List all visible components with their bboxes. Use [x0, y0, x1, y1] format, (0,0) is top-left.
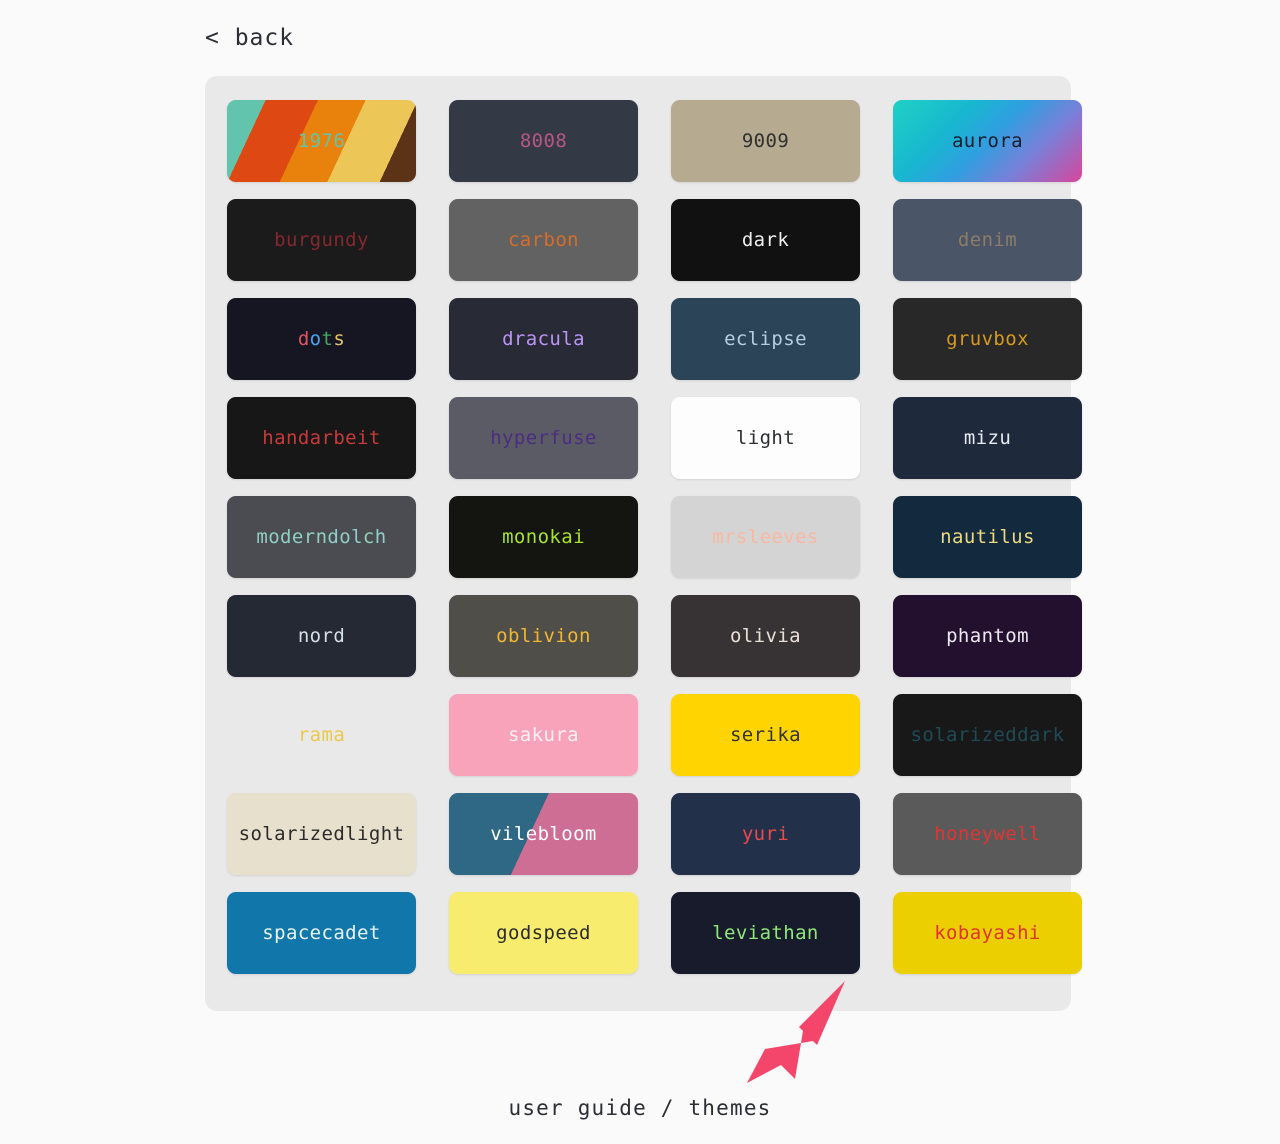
- theme-name-label: rama: [297, 724, 346, 746]
- theme-name-label: serika: [729, 724, 802, 746]
- theme-name-label: sakura: [507, 724, 580, 746]
- theme-card-9009[interactable]: 9009: [671, 100, 860, 182]
- theme-card-leviathan[interactable]: leviathan: [671, 892, 860, 974]
- theme-card-serika[interactable]: serika: [671, 694, 860, 776]
- theme-name-label: phantom: [946, 625, 1029, 647]
- theme-card-mizu[interactable]: mizu: [893, 397, 1082, 479]
- theme-card-godspeed[interactable]: godspeed: [449, 892, 638, 974]
- theme-card-spacecadet[interactable]: spacecadet: [227, 892, 416, 974]
- theme-name-label: olivia: [729, 625, 802, 647]
- theme-card-yuri[interactable]: yuri: [671, 793, 860, 875]
- theme-name-label: godspeed: [496, 922, 591, 944]
- theme-name-label: solarizedlight: [238, 823, 405, 845]
- theme-card-mrsleeves[interactable]: mrsleeves: [671, 496, 860, 578]
- theme-name-label: leviathan: [712, 922, 819, 944]
- themes-panel: 1976 8008 9009 aurora burgundy carbon dark deni…: [205, 76, 1082, 1011]
- theme-card-monokai[interactable]: monokai: [449, 496, 638, 578]
- theme-card-nautilus[interactable]: nautilus: [893, 496, 1082, 578]
- theme-name-label: 8008: [519, 130, 568, 152]
- theme-name-label: honeywell: [934, 823, 1041, 845]
- theme-card-hyperfuse[interactable]: hyperfuse: [449, 397, 638, 479]
- theme-card-solarizedlight[interactable]: solarizedlight: [227, 793, 416, 875]
- theme-card-honeywell[interactable]: honeywell: [893, 793, 1082, 875]
- theme-card-oblivion[interactable]: oblivion: [449, 595, 638, 677]
- theme-card-eclipse[interactable]: eclipse: [671, 298, 860, 380]
- theme-card-solarizeddark[interactable]: solarizeddark: [893, 694, 1082, 776]
- theme-name-label: aurora: [951, 130, 1024, 152]
- theme-card-kobayashi[interactable]: kobayashi: [893, 892, 1082, 974]
- theme-name-label: dark: [741, 229, 790, 251]
- theme-name-label: moderndolch: [256, 526, 387, 548]
- theme-card-burgundy[interactable]: burgundy: [227, 199, 416, 281]
- theme-name-label: spacecadet: [262, 922, 381, 944]
- footer-caption: user guide / themes: [508, 1096, 772, 1120]
- theme-name-label: dots: [298, 328, 345, 350]
- theme-name-label: handarbeit: [262, 427, 381, 449]
- theme-name-label: 1976: [297, 130, 346, 152]
- theme-name-letter: t: [321, 328, 334, 350]
- theme-name-label: mizu: [963, 427, 1012, 449]
- theme-name-label: nautilus: [940, 526, 1035, 548]
- theme-card-vilebloom[interactable]: vilebloom: [449, 793, 638, 875]
- theme-name-label: yuri: [741, 823, 790, 845]
- theme-card-gruvbox[interactable]: gruvbox: [893, 298, 1082, 380]
- theme-name-label: carbon: [507, 229, 580, 251]
- theme-card-handarbeit[interactable]: handarbeit: [227, 397, 416, 479]
- theme-name-label: nord: [297, 625, 346, 647]
- theme-card-1976[interactable]: 1976: [227, 100, 416, 182]
- theme-name-label: dracula: [502, 328, 585, 350]
- theme-name-letter: s: [333, 328, 346, 350]
- theme-card-phantom[interactable]: phantom: [893, 595, 1082, 677]
- theme-name-label: burgundy: [274, 229, 369, 251]
- theme-name-label: kobayashi: [934, 922, 1041, 944]
- theme-card-olivia[interactable]: olivia: [671, 595, 860, 677]
- theme-name-label: denim: [957, 229, 1018, 251]
- back-link[interactable]: < back: [205, 24, 294, 52]
- theme-name-label: oblivion: [496, 625, 591, 647]
- theme-name-letter: o: [309, 328, 322, 350]
- theme-card-sakura[interactable]: sakura: [449, 694, 638, 776]
- theme-card-dark[interactable]: dark: [671, 199, 860, 281]
- theme-name-label: hyperfuse: [490, 427, 597, 449]
- theme-card-dots[interactable]: dots: [227, 298, 416, 380]
- themes-grid: 1976 8008 9009 aurora burgundy carbon dark deni…: [227, 100, 1082, 974]
- theme-card-moderndolch[interactable]: moderndolch: [227, 496, 416, 578]
- theme-card-carbon[interactable]: carbon: [449, 199, 638, 281]
- theme-card-nord[interactable]: nord: [227, 595, 416, 677]
- theme-name-label: gruvbox: [946, 328, 1029, 350]
- theme-name-label: mrsleeves: [712, 526, 819, 548]
- theme-name-label: 9009: [741, 130, 790, 152]
- theme-name-letter: d: [297, 328, 310, 350]
- theme-card-dracula[interactable]: dracula: [449, 298, 638, 380]
- theme-name-label: light: [735, 427, 796, 449]
- theme-name-label: vilebloom: [490, 823, 597, 845]
- theme-name-label: monokai: [502, 526, 585, 548]
- theme-card-denim[interactable]: denim: [893, 199, 1082, 281]
- theme-name-label: solarizeddark: [910, 724, 1065, 746]
- theme-card-rama[interactable]: rama: [227, 694, 416, 776]
- theme-card-aurora[interactable]: aurora: [893, 100, 1082, 182]
- theme-name-label: eclipse: [724, 328, 807, 350]
- theme-card-light[interactable]: light: [671, 397, 860, 479]
- theme-card-8008[interactable]: 8008: [449, 100, 638, 182]
